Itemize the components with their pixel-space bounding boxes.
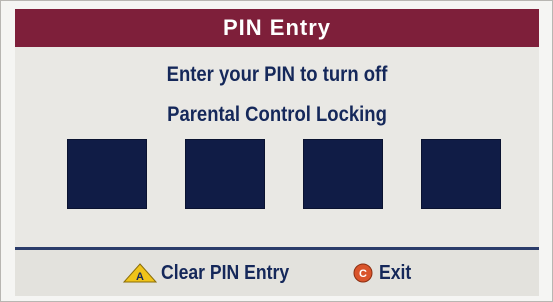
footer-bar: A Clear PIN Entry C Exit [15,250,539,296]
circle-c-button-icon: C [353,263,373,283]
exit-button[interactable]: C Exit [353,260,416,286]
pin-digit-4[interactable] [421,139,501,209]
clear-pin-entry-label: Clear PIN Entry [161,261,290,284]
triangle-a-button-icon: A [123,263,157,283]
pin-entry-screen: PIN Entry Enter your PIN to turn off Par… [0,0,553,302]
exit-label: Exit [379,261,412,284]
message-line-2: Parental Control Locking [167,103,387,126]
dialog-title-text: PIN Entry [222,15,332,40]
pin-digit-3[interactable] [303,139,383,209]
dialog-body: Enter your PIN to turn off Parental Cont… [15,47,539,247]
pin-digit-2[interactable] [185,139,265,209]
clear-pin-entry-button[interactable]: A Clear PIN Entry [123,260,307,286]
pin-digit-1[interactable] [67,139,147,209]
pin-input-row[interactable] [15,139,539,209]
dialog-title: PIN Entry [15,9,539,47]
message-line-1: Enter your PIN to turn off [166,63,388,86]
a-key-letter: A [136,271,144,283]
c-key-letter: C [359,268,367,280]
